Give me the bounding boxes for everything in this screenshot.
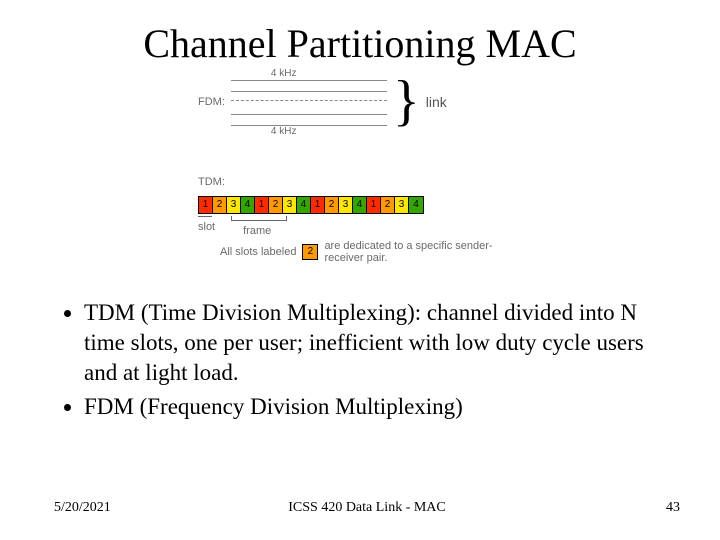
tdm-slot: 4 xyxy=(297,197,311,213)
fdm-link-label: link xyxy=(426,94,447,110)
tdm-slot: 2 xyxy=(381,197,395,213)
footer-center: ICSS 420 Data Link - MAC xyxy=(54,500,680,516)
slot-caption: slot xyxy=(198,221,215,233)
tdm-slot: 3 xyxy=(395,197,409,213)
tdm-slot: 2 xyxy=(325,197,339,213)
bullet-list: TDM (Time Division Multiplexing): channe… xyxy=(54,298,650,426)
tdm-slot: 2 xyxy=(269,197,283,213)
frame-caption: frame xyxy=(243,225,271,237)
footer: 5/20/2021 ICSS 420 Data Link - MAC 43 xyxy=(54,500,680,516)
tdm-slot: 4 xyxy=(353,197,367,213)
fdm-bottom-band-label: 4 kHz xyxy=(271,126,297,137)
fdm-figure: FDM: 4 kHz 4 kHz } link xyxy=(198,78,498,126)
tdm-slot: 1 xyxy=(367,197,381,213)
tdm-slot-row: 1 2 3 4 1 2 3 4 1 2 3 4 1 2 3 4 xyxy=(198,196,424,214)
brace-icon: } xyxy=(393,85,420,119)
tdm-slot: 3 xyxy=(339,197,353,213)
bullet-item: TDM (Time Division Multiplexing): channe… xyxy=(84,298,650,388)
caption-text-b: are dedicated to a specific sender-recei… xyxy=(324,240,524,264)
fdm-label: FDM: xyxy=(198,96,225,108)
tdm-slot: 3 xyxy=(227,197,241,213)
tdm-slot: 4 xyxy=(241,197,255,213)
fdm-top-band-label: 4 kHz xyxy=(271,68,297,79)
tdm-slot: 2 xyxy=(213,197,227,213)
tdm-label: TDM: xyxy=(198,176,225,188)
caption-text-a: All slots labeled xyxy=(220,246,296,258)
fdm-bands: 4 kHz 4 kHz xyxy=(231,78,387,126)
tdm-slot: 3 xyxy=(283,197,297,213)
tdm-caption: All slots labeled 2 are dedicated to a s… xyxy=(220,240,524,264)
tdm-slot: 1 xyxy=(199,197,213,213)
slide-title: Channel Partitioning MAC xyxy=(0,20,720,67)
bullet-item: FDM (Frequency Division Multiplexing) xyxy=(84,392,650,422)
caption-slot-icon: 2 xyxy=(302,244,318,260)
tdm-slot: 1 xyxy=(255,197,269,213)
slide: Channel Partitioning MAC FDM: 4 kHz 4 kH… xyxy=(0,0,720,540)
tdm-slot: 4 xyxy=(409,197,423,213)
tdm-figure: TDM: 1 2 3 4 1 2 3 4 1 2 3 4 1 2 3 4 slo… xyxy=(198,172,424,239)
tdm-slot: 1 xyxy=(311,197,325,213)
